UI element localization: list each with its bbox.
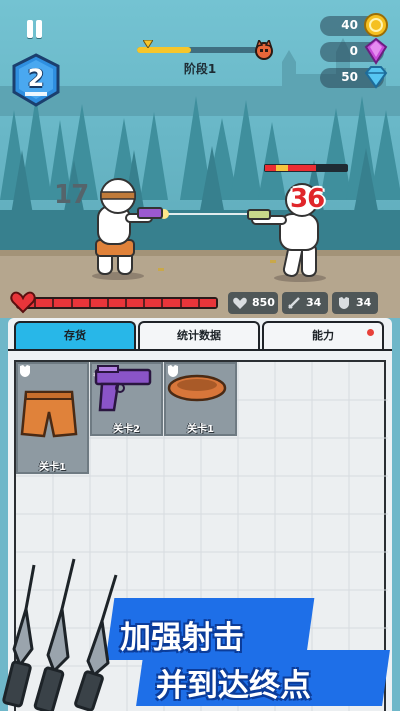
throwing-knives-icon — [2, 558, 118, 711]
flag-icon — [143, 40, 153, 48]
health-segment — [199, 299, 216, 307]
pause-button[interactable] — [26, 20, 44, 38]
item-caption: 关卡2 — [113, 424, 140, 435]
health-segment — [36, 299, 53, 307]
sword-icon — [288, 297, 300, 309]
health-segment — [181, 299, 198, 307]
health-segment — [108, 299, 126, 307]
inventory-item-headband[interactable]: 关卡1 — [164, 362, 237, 436]
heart-outline-icon — [233, 297, 247, 309]
armor-stat-value: 34 — [356, 296, 372, 309]
armor-stat: 34 — [332, 292, 378, 314]
game-screen: 2 阶段1 40 0 50 17 36 850 34 34 存货 统计数据 能力… — [0, 0, 400, 711]
armor-icon — [20, 365, 30, 377]
health-segment — [72, 299, 89, 307]
enemy-health-fill — [265, 165, 316, 171]
health-segment — [145, 299, 162, 307]
level-badge: 2 — [10, 52, 62, 108]
tab-ability[interactable]: 能力 — [262, 321, 384, 349]
purple-pistol-icon — [94, 365, 152, 412]
tab-divider — [8, 349, 392, 351]
notification-dot — [367, 329, 374, 336]
enemy-damage-number: 36 — [290, 184, 325, 214]
stats-row: 850 34 34 — [0, 287, 400, 317]
stage-label: 阶段1 — [183, 62, 217, 76]
tab-statistics[interactable]: 统计数据 — [138, 321, 260, 349]
diamond-counter: 50 — [320, 66, 388, 89]
stage-progress-bar — [137, 47, 258, 53]
heart-icon — [10, 291, 36, 314]
orange-headband-icon — [167, 374, 227, 402]
player-power-number: 17 — [54, 180, 89, 210]
promo-line-2: 并到达终点 — [156, 668, 311, 704]
item-caption: 关卡1 — [39, 462, 66, 473]
gold-coin-value: 40 — [341, 18, 358, 32]
health-segment — [127, 299, 144, 307]
diamond-icon — [364, 66, 388, 89]
gold-coin-icon — [364, 13, 388, 37]
tab-inventory[interactable]: 存货 — [14, 321, 136, 349]
health-stat: 850 — [228, 292, 278, 314]
enemy-damage-segment — [276, 165, 288, 171]
boss-face-icon — [255, 40, 273, 60]
orange-shorts-icon — [20, 390, 78, 438]
health-segment — [54, 299, 71, 307]
item-caption: 关卡1 — [187, 424, 214, 435]
diamond-value: 50 — [341, 70, 358, 84]
attack-stat: 34 — [282, 292, 328, 314]
purple-gem-icon — [364, 37, 388, 65]
purple-gem-counter: 0 — [320, 37, 388, 65]
tab-ability-label: 能力 — [312, 329, 334, 342]
level-number: 2 — [27, 64, 45, 92]
inventory-item-pistol[interactable]: 关卡2 — [90, 362, 163, 436]
inventory-item-shorts[interactable]: 关卡1 — [16, 362, 89, 474]
tab-bar: 存货 统计数据 能力 — [8, 321, 384, 349]
attack-stat-value: 34 — [306, 296, 322, 309]
purple-gem-value: 0 — [349, 44, 358, 58]
health-segment — [90, 299, 107, 307]
health-stat-value: 850 — [252, 296, 275, 309]
enemy-health-bar — [264, 164, 348, 172]
player-health-bar — [16, 297, 218, 309]
armor-icon — [339, 297, 349, 309]
health-segment — [163, 299, 180, 307]
gold-coin-counter: 40 — [320, 13, 388, 37]
battle-scene: 2 阶段1 40 0 50 17 36 — [0, 0, 400, 318]
